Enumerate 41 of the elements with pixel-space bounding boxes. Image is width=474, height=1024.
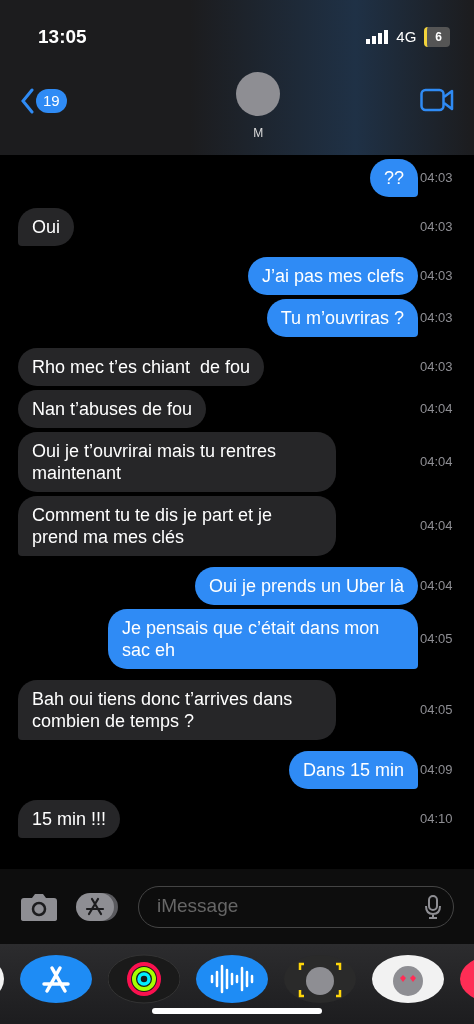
app-store-icon[interactable]: [76, 891, 120, 922]
message-time: 04:04: [419, 577, 454, 596]
message-time: 04:09: [419, 761, 454, 780]
sent-message: Oui je prends un Uber là: [194, 567, 418, 605]
signal-icon: [366, 30, 389, 44]
sent-message: J’ai pas mes clefs: [247, 257, 418, 295]
contact-name[interactable]: M: [253, 124, 264, 142]
message-time: 04:03: [419, 169, 454, 188]
waveform-icon[interactable]: [196, 954, 268, 1004]
received-message: Nan t’abuses de fou: [18, 390, 207, 428]
sent-message: Dans 15 min: [288, 751, 418, 789]
sent-message: Je pensais que c’était dans mon sac eh: [108, 609, 418, 669]
message-time: 04:03: [419, 358, 454, 377]
message-time: 04:05: [419, 701, 454, 720]
sent-message: Tu m’ouvriras ?: [266, 299, 418, 337]
avatar-icon[interactable]: [372, 954, 444, 1004]
microphone-icon[interactable]: [425, 894, 441, 919]
received-message: Comment tu te dis je part et je prend ma mes clés: [18, 496, 336, 556]
received-message: Rho mec t’es chiant de fou: [18, 348, 265, 386]
message-time: 04:10: [419, 810, 454, 829]
sent-message: ??: [369, 159, 418, 197]
video-call-icon[interactable]: [420, 88, 454, 112]
message-time: 04:04: [419, 517, 454, 536]
network-label: 4G: [396, 26, 417, 47]
message-time: 04:03: [419, 309, 454, 328]
received-message: Oui je t’ouvrirai mais tu rentres maintenant: [18, 432, 336, 492]
message-time: 04:03: [419, 267, 454, 286]
camera-icon[interactable]: [20, 891, 58, 922]
contact-avatar[interactable]: [236, 72, 281, 116]
received-message: 15 min !!!: [18, 800, 121, 838]
received-message: Bah oui tiens donc t’arrives dans combien de temps ?: [18, 680, 336, 740]
message-time: 04:04: [419, 453, 454, 472]
message-time: 04:03: [419, 218, 454, 237]
app-store-icon[interactable]: [20, 954, 92, 1004]
rings-icon[interactable]: [108, 954, 180, 1004]
battery-indicator: 6: [424, 27, 450, 47]
message-time: 04:04: [419, 400, 454, 419]
status-time: 13:05: [38, 24, 87, 49]
received-message: Oui: [18, 208, 74, 246]
message-time: 04:05: [419, 630, 454, 649]
chevron-icon: [20, 88, 34, 114]
